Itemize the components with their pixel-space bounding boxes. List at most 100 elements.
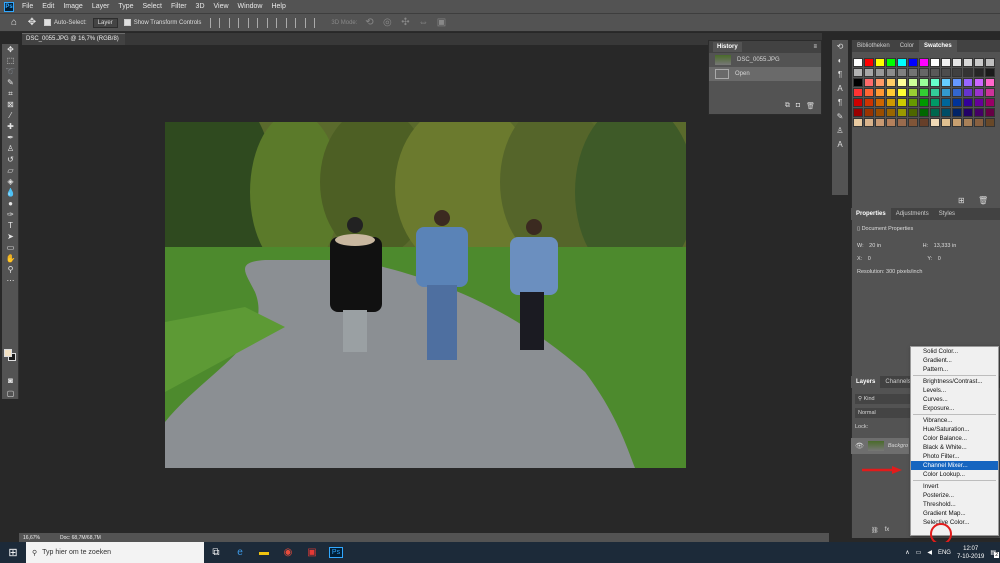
type-tool-icon[interactable]: T <box>2 220 19 231</box>
3d-slide-icon[interactable]: ⇔ <box>417 17 429 29</box>
tab-libraries[interactable]: Bibliotheken <box>852 40 895 52</box>
chrome-icon[interactable]: ◉ <box>276 542 300 563</box>
swatch-color[interactable] <box>963 108 973 117</box>
language-indicator[interactable]: ENG <box>938 550 951 556</box>
swatch-color[interactable] <box>853 88 863 97</box>
menu-type[interactable]: Type <box>118 3 133 10</box>
home-icon[interactable]: ⌂ <box>8 17 20 29</box>
menu-view[interactable]: View <box>214 3 229 10</box>
swatch-color[interactable] <box>853 108 863 117</box>
swatch-color[interactable] <box>919 58 929 67</box>
swatch-color[interactable] <box>930 118 940 127</box>
menu-item-invert[interactable]: Invert <box>911 482 998 491</box>
photoshop-taskbar-icon[interactable]: Ps <box>324 542 348 563</box>
swatch-color[interactable] <box>941 118 951 127</box>
3d-orbit-icon[interactable]: ⟲ <box>363 17 375 29</box>
task-view-icon[interactable]: ⧉ <box>204 542 228 563</box>
menu-item-photo-filter[interactable]: Photo Filter... <box>911 452 998 461</box>
swatch-color[interactable] <box>853 58 863 67</box>
rectangle-tool-icon[interactable]: ▭ <box>2 242 19 253</box>
auto-select-dropdown[interactable]: Layer <box>92 17 118 28</box>
swatch-color[interactable] <box>952 78 962 87</box>
link-layers-icon[interactable]: ⛓ <box>871 527 879 534</box>
menu-item-brightness-contrast[interactable]: Brightness/Contrast... <box>911 377 998 386</box>
frame-tool-icon[interactable]: ⊠ <box>2 99 19 110</box>
history-panel-icon[interactable]: ⟲ <box>832 40 848 54</box>
quick-mask-icon[interactable]: ◙ <box>2 375 19 386</box>
swatch-color[interactable] <box>919 108 929 117</box>
paragraph-styles-icon[interactable]: ¶ <box>832 96 848 110</box>
history-brush-tool-icon[interactable]: ↺ <box>2 154 19 165</box>
tab-history[interactable]: History <box>713 42 742 52</box>
swatch-color[interactable] <box>963 118 973 127</box>
swatch-color[interactable] <box>930 78 940 87</box>
swatch-color[interactable] <box>897 58 907 67</box>
dodge-tool-icon[interactable]: ● <box>2 198 19 209</box>
hand-tool-icon[interactable]: ✋ <box>2 253 19 264</box>
quick-select-tool-icon[interactable]: ✎ <box>2 77 19 88</box>
swatch-color[interactable] <box>963 68 973 77</box>
swatch-color[interactable] <box>875 98 885 107</box>
clone-stamp-tool-icon[interactable]: ♙ <box>2 143 19 154</box>
swatch-color[interactable] <box>875 58 885 67</box>
menu-layer[interactable]: Layer <box>92 3 110 10</box>
menu-item-selective-color[interactable]: Selective Color... <box>911 518 998 527</box>
swatch-color[interactable] <box>952 68 962 77</box>
menu-item-posterize[interactable]: Posterize... <box>911 491 998 500</box>
menu-item-black-white[interactable]: Black & White... <box>911 443 998 452</box>
menu-item-channel-mixer[interactable]: Channel Mixer... <box>911 461 998 470</box>
swatch-color[interactable] <box>952 58 962 67</box>
swatch-color[interactable] <box>974 98 984 107</box>
tab-swatches[interactable]: Swatches <box>919 40 957 52</box>
swatch-color[interactable] <box>875 78 885 87</box>
swatch-color[interactable] <box>853 68 863 77</box>
swatch-color[interactable] <box>985 98 995 107</box>
menu-item-levels[interactable]: Levels... <box>911 386 998 395</box>
menu-item-vibrance[interactable]: Vibrance... <box>911 416 998 425</box>
swatch-color[interactable] <box>897 98 907 107</box>
swatch-color[interactable] <box>853 78 863 87</box>
taskbar-search-input[interactable]: ⚲ Typ hier om te zoeken <box>26 542 204 563</box>
marquee-tool-icon[interactable]: ⬚ <box>2 55 19 66</box>
swatch-color[interactable] <box>930 98 940 107</box>
menu-item-color-lookup[interactable]: Color Lookup... <box>911 470 998 479</box>
more-tools-icon[interactable]: ⋯ <box>2 275 19 286</box>
swatch-color[interactable] <box>897 78 907 87</box>
swatch-color[interactable] <box>985 118 995 127</box>
swatch-color[interactable] <box>864 98 874 107</box>
swatch-color[interactable] <box>985 78 995 87</box>
swatch-color[interactable] <box>930 58 940 67</box>
menu-item-threshold[interactable]: Threshold... <box>911 500 998 509</box>
tab-adjustments[interactable]: Adjustments <box>891 208 934 220</box>
edge-browser-icon[interactable]: e <box>228 542 252 563</box>
blend-mode-select[interactable]: Normal <box>855 408 910 418</box>
crop-tool-icon[interactable]: ⌗ <box>2 88 19 99</box>
menu-item-color-balance[interactable]: Color Balance... <box>911 434 998 443</box>
swatch-color[interactable] <box>930 68 940 77</box>
move-tool-icon[interactable]: ✥ <box>26 17 38 29</box>
path-select-tool-icon[interactable]: ➤ <box>2 231 19 242</box>
swatch-color[interactable] <box>952 118 962 127</box>
swatch-color[interactable] <box>930 88 940 97</box>
volume-icon[interactable]: ◀ <box>927 549 932 556</box>
new-swatch-icon[interactable]: ⊞ <box>958 196 965 205</box>
swatch-color[interactable] <box>908 78 918 87</box>
new-document-from-state-icon[interactable]: ⧉ <box>785 102 790 110</box>
menu-item-curves[interactable]: Curves... <box>911 395 998 404</box>
swatch-color[interactable] <box>919 98 929 107</box>
swatch-color[interactable] <box>875 68 885 77</box>
menu-item-solid-color[interactable]: Solid Color... <box>911 347 998 356</box>
swatch-color[interactable] <box>908 58 918 67</box>
swatch-color[interactable] <box>875 88 885 97</box>
menu-item-gradient-map[interactable]: Gradient Map... <box>911 509 998 518</box>
swatch-color[interactable] <box>908 88 918 97</box>
pen-tool-icon[interactable]: ✑ <box>2 209 19 220</box>
swatch-color[interactable] <box>941 78 951 87</box>
swatch-color[interactable] <box>974 88 984 97</box>
swatch-color[interactable] <box>908 68 918 77</box>
windows-start-icon[interactable]: ⊞ <box>0 542 26 563</box>
swatch-color[interactable] <box>985 88 995 97</box>
3d-pan-icon[interactable]: ✣ <box>399 17 411 29</box>
swatch-color[interactable] <box>941 108 951 117</box>
menu-item-hue-saturation[interactable]: Hue/Saturation... <box>911 425 998 434</box>
